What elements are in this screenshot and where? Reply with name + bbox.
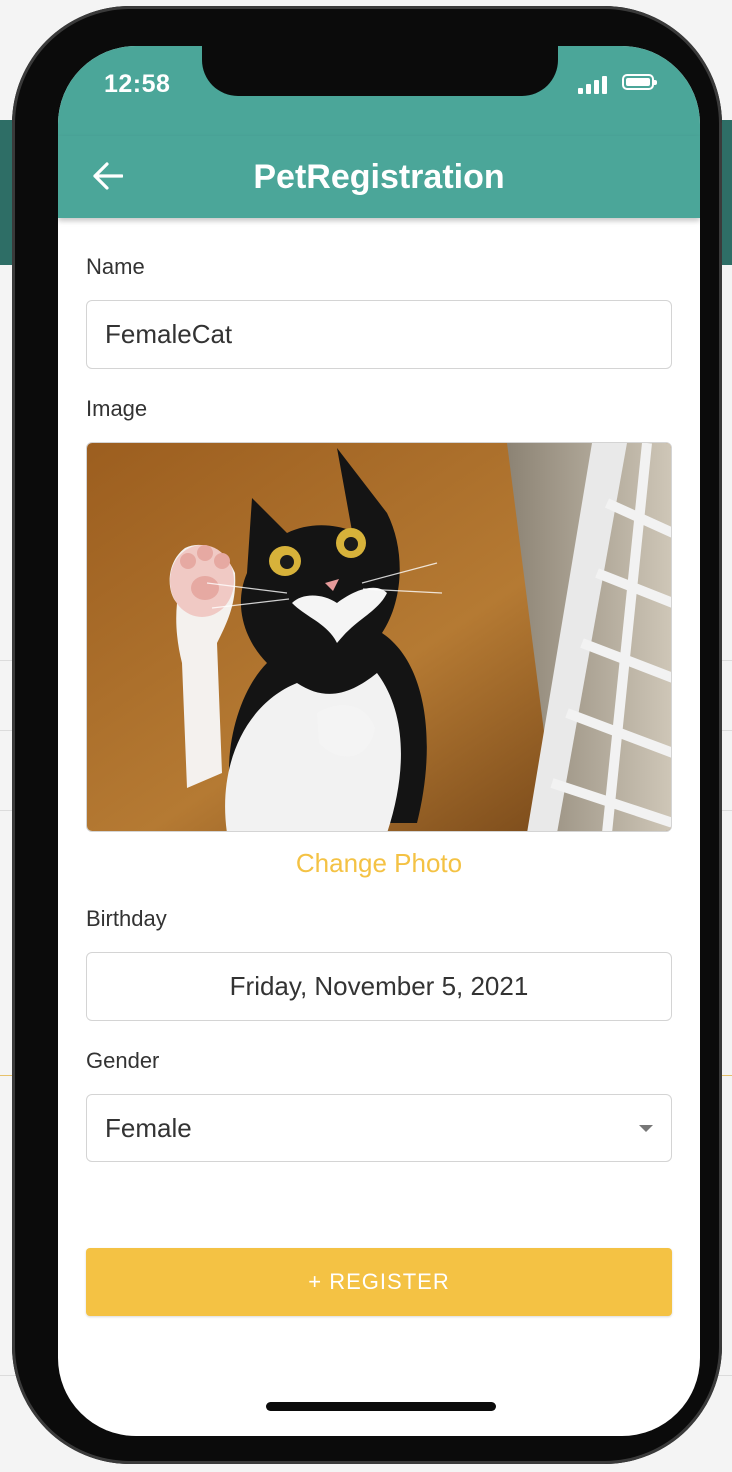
gender-value: Female bbox=[105, 1112, 192, 1143]
gender-select[interactable]: Female bbox=[86, 1094, 672, 1162]
change-photo-button[interactable]: Change Photo bbox=[58, 848, 700, 879]
birthday-picker[interactable]: Friday, November 5, 2021 bbox=[86, 952, 672, 1021]
image-label: Image bbox=[86, 396, 148, 421]
name-label: Name bbox=[86, 254, 145, 279]
name-input-value: FemaleCat bbox=[105, 319, 233, 349]
battery-icon bbox=[622, 74, 657, 90]
gender-label: Gender bbox=[86, 1048, 160, 1073]
back-button[interactable] bbox=[86, 154, 130, 198]
birthday-label: Birthday bbox=[86, 906, 167, 931]
cellular-signal-icon bbox=[578, 76, 608, 94]
cat-photo-icon bbox=[87, 443, 671, 831]
status-time: 12:58 bbox=[104, 70, 171, 98]
chevron-down-icon bbox=[639, 1125, 653, 1132]
phone-screen: 12:58 PetRegistration Name FemaleCat Ima… bbox=[58, 46, 700, 1436]
arrow-left-icon bbox=[93, 162, 123, 190]
home-indicator bbox=[266, 1402, 496, 1411]
pet-photo bbox=[86, 442, 672, 832]
phone-frame: 12:58 PetRegistration Name FemaleCat Ima… bbox=[12, 6, 722, 1464]
notch bbox=[202, 46, 558, 96]
birthday-value: Friday, November 5, 2021 bbox=[229, 971, 529, 1001]
register-button[interactable]: + REGISTER bbox=[86, 1248, 672, 1316]
app-bar: PetRegistration bbox=[58, 136, 700, 218]
name-input[interactable]: FemaleCat bbox=[86, 300, 672, 369]
page-title: PetRegistration bbox=[253, 158, 505, 196]
status-bar: 12:58 bbox=[58, 46, 700, 136]
